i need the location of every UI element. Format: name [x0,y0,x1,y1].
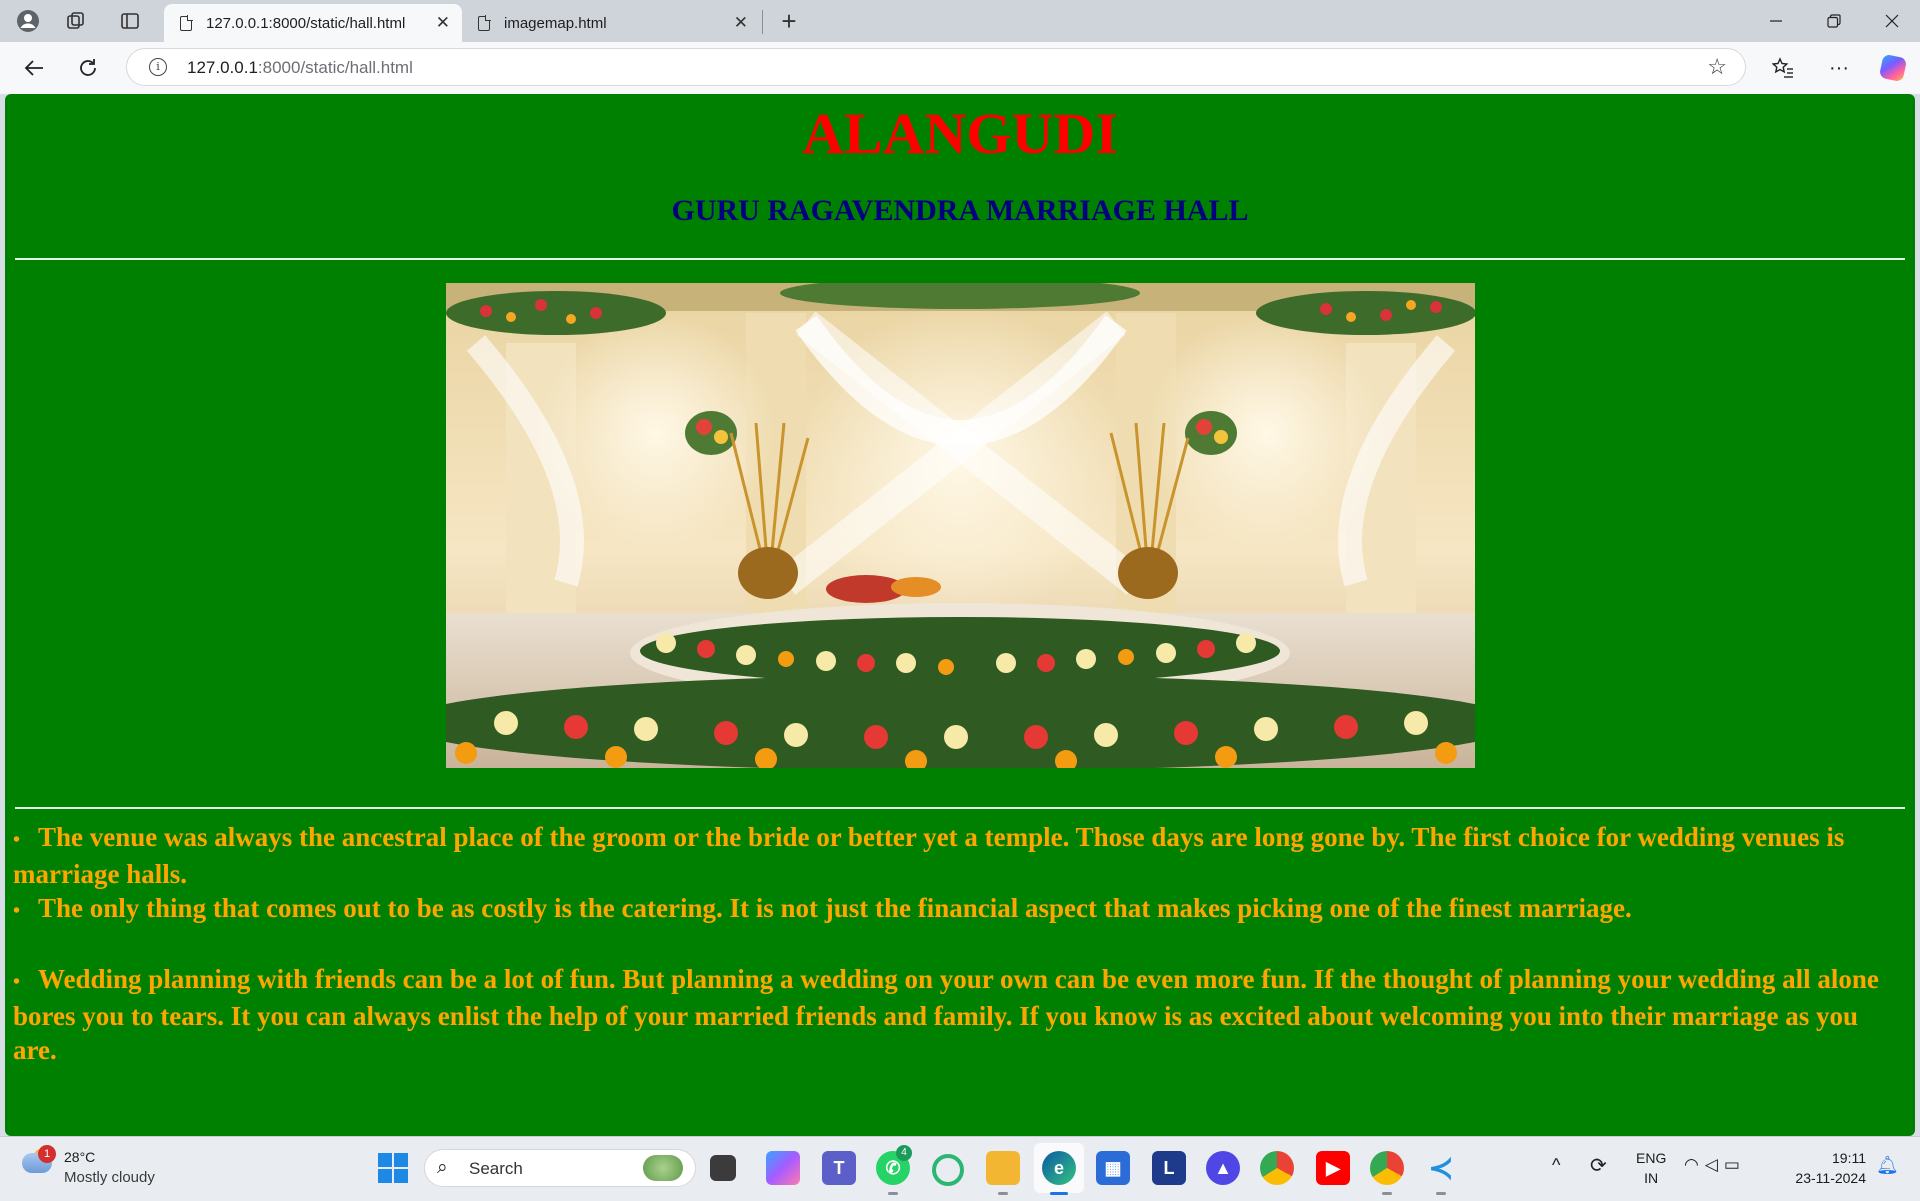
edge-browser-icon[interactable]: e [1042,1151,1076,1185]
running-indicator [888,1192,898,1195]
active-indicator [1050,1192,1068,1195]
task-view-icon[interactable] [710,1155,736,1181]
close-window-button[interactable] [1864,0,1920,42]
document-icon [478,14,491,31]
info-list: • The venue was always the ancestral plac… [13,820,1908,1067]
weather-temperature: 28°C [64,1149,96,1165]
weather-condition: Mostly cloudy [64,1169,155,1186]
system-clock[interactable]: 19:11 23-11-2024 [1782,1148,1866,1188]
running-indicator [1436,1192,1446,1195]
list-item: • The venue was always the ancestral plac… [13,822,1845,889]
reload-button[interactable] [70,52,106,84]
copilot-icon[interactable] [1876,52,1910,84]
back-button[interactable] [16,52,52,84]
tab-separator [762,10,763,34]
running-indicator [1382,1192,1392,1195]
search-icon: ⌕ [437,1157,448,1178]
address-toolbar: i 127.0.0.1:8000/static/hall.html ☆ ··· [0,42,1920,94]
refresh-app-icon[interactable] [932,1154,964,1186]
l-app-icon[interactable]: L [1152,1151,1186,1185]
page-viewport: ALANGUDI GURU RAGAVENDRA MARRIAGE HALL •… [5,94,1915,1136]
tab-title: 127.0.0.1:8000/static/hall.html [206,14,406,32]
tab-imagemap[interactable]: imagemap.html ✕ [462,4,760,42]
search-highlight-icon [643,1155,683,1181]
notification-badge: 1 [38,1145,56,1163]
tab-hall[interactable]: 127.0.0.1:8000/static/hall.html ✕ [164,4,462,42]
weather-widget[interactable]: 1 28°C Mostly cloudy [20,1145,170,1191]
teams-icon[interactable]: T [822,1151,856,1185]
marriage-hall-stage-photo [446,283,1475,768]
tab-title: imagemap.html [504,14,607,32]
tab-actions-icon[interactable] [114,6,146,36]
microsoft-store-icon[interactable]: ▦ [1096,1151,1130,1185]
favorites-icon[interactable] [1766,52,1800,84]
minimize-button[interactable] [1748,0,1804,42]
youtube-icon[interactable]: ▶ [1316,1151,1350,1185]
chevron-up-icon[interactable]: ^ [1552,1155,1560,1176]
sync-icon[interactable]: ⟳ [1590,1153,1607,1178]
restore-button[interactable] [1806,0,1862,42]
notification-bell-icon[interactable]: 🔔︎ [1876,1155,1899,1176]
top-divider [15,258,1905,260]
chrome-icon[interactable] [1260,1151,1294,1185]
running-indicator [998,1192,1008,1195]
taskbar-search[interactable]: ⌕ Search [424,1149,696,1187]
list-item: • The only thing that comes out to be as … [13,893,1632,923]
vscode-icon[interactable]: ≺ [1424,1151,1458,1185]
favorite-star-icon[interactable]: ☆ [1707,54,1727,80]
browser-tab-bar: 127.0.0.1:8000/static/hall.html ✕ imagem… [0,0,1920,42]
new-tab-button[interactable]: + [772,6,806,36]
url-bar[interactable]: i 127.0.0.1:8000/static/hall.html ☆ [126,48,1746,86]
chrome-profile-icon[interactable] [1370,1151,1404,1185]
workspaces-icon[interactable] [60,6,92,36]
site-info-icon[interactable]: i [149,58,167,76]
list-item: • Wedding planning with friends can be a … [13,964,1879,1065]
page-title: ALANGUDI [802,101,1118,166]
arc-app-icon[interactable]: ▲ [1206,1151,1240,1185]
file-explorer-icon[interactable] [986,1151,1020,1185]
page-subtitle: GURU RAGAVENDRA MARRIAGE HALL [671,194,1249,227]
network-volume-battery-icons[interactable]: ◠◁▭ [1684,1155,1746,1175]
windows-taskbar: 1 28°C Mostly cloudy ⌕ Search T ✆ 4 e ▦ … [0,1136,1920,1201]
copilot-app-icon[interactable] [766,1151,800,1185]
whatsapp-badge: 4 [896,1145,912,1161]
language-indicator[interactable]: ENG IN [1636,1148,1666,1188]
start-button[interactable] [378,1153,408,1183]
bottom-divider [15,807,1905,809]
url-text[interactable]: 127.0.0.1:8000/static/hall.html [187,58,413,78]
close-tab-icon[interactable]: ✕ [734,13,748,33]
close-tab-icon[interactable]: ✕ [436,13,450,33]
search-label: Search [469,1159,523,1178]
more-options-icon[interactable]: ··· [1822,52,1856,84]
profile-icon[interactable] [12,6,44,36]
document-icon [180,14,193,31]
